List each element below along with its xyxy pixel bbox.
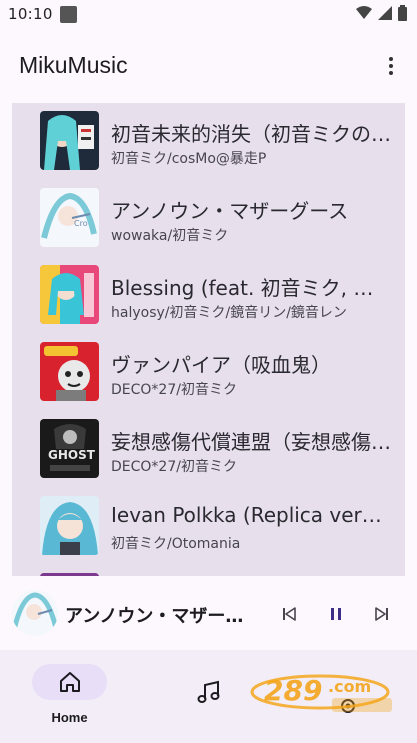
song-artist: wowaka/初音ミク — [111, 228, 229, 244]
song-artist: 初音ミク/Otomania — [111, 536, 241, 552]
song-title: ヴァンパイア（吸血鬼） — [111, 353, 331, 377]
notification-icon — [60, 6, 77, 23]
song-artist: DECO*27/初音ミク — [111, 459, 237, 475]
song-title: Blessing (feat. 初音ミク, 鏡音リン) — [111, 276, 391, 300]
song-title: Ievan Polkka (Replica version) — [111, 503, 391, 527]
album-cover: Cro — [40, 188, 99, 247]
battery-icon — [398, 5, 407, 21]
list-item[interactable]: Cro アンノウン・マザーグース wowaka/初音ミク — [12, 180, 405, 257]
nav-item-music[interactable] — [171, 664, 246, 734]
list-item[interactable]: GHOST 妄想感傷代償連盟（妄想感傷代償連盟） DECO*27/初音ミク — [12, 411, 405, 488]
skip-next-icon[interactable] — [369, 601, 395, 627]
wifi-icon — [356, 6, 372, 19]
signal-icon — [378, 6, 392, 20]
list-item[interactable]: Blessing (feat. 初音ミク, 鏡音リン) halyosy/初音ミク… — [12, 257, 405, 334]
album-cover — [40, 111, 99, 170]
now-playing-cover[interactable] — [12, 590, 58, 636]
song-artist: 初音ミク/cosMo@暴走P — [111, 151, 267, 167]
song-title: 初音未来的消失（初音ミクの消失） — [111, 122, 391, 146]
nav-item-home[interactable]: Home — [32, 664, 107, 734]
song-title: 妄想感傷代償連盟（妄想感傷代償連盟） — [111, 430, 391, 454]
home-pill[interactable] — [32, 664, 107, 700]
now-playing-title: アンノウン・マザーグース — [65, 606, 250, 627]
list-item[interactable]: ヴァンパイア（吸血鬼） DECO*27/初音ミク — [12, 334, 405, 411]
album-cover — [40, 342, 99, 401]
svg-text:.com: .com — [328, 677, 371, 696]
skip-previous-icon[interactable] — [276, 601, 302, 627]
mini-player[interactable]: アンノウン・マザーグース — [0, 580, 417, 650]
album-cover — [40, 496, 99, 555]
status-bar: 10:10 — [0, 0, 417, 30]
song-title: アンノウン・マザーグース — [111, 199, 349, 223]
list-item[interactable] — [12, 565, 405, 576]
status-time: 10:10 — [8, 5, 53, 23]
album-cover: GHOST — [40, 419, 99, 478]
music-pill[interactable] — [171, 674, 246, 710]
app-bar: MikuMusic — [0, 30, 417, 102]
album-cover — [40, 573, 99, 576]
status-icons — [356, 5, 407, 21]
home-icon — [59, 672, 80, 692]
music-note-icon — [197, 680, 219, 703]
list-item[interactable]: Ievan Polkka (Replica version) 初音ミク/Otom… — [12, 488, 405, 565]
svg-text:289: 289 — [264, 674, 322, 707]
song-artist: halyosy/初音ミク/鏡音リン/鏡音レン — [111, 305, 347, 321]
list-item[interactable]: 初音未来的消失（初音ミクの消失） 初音ミク/cosMo@暴走P — [12, 103, 405, 180]
svg-text:GHOST: GHOST — [48, 448, 96, 462]
watermark-logo: 289 .com — [250, 668, 400, 718]
album-cover — [40, 265, 99, 324]
more-options-icon[interactable] — [379, 52, 403, 80]
nav-label-home: Home — [51, 710, 88, 725]
svg-text:Cro: Cro — [74, 219, 88, 228]
app-title: MikuMusic — [19, 52, 128, 78]
song-list[interactable]: 初音未来的消失（初音ミクの消失） 初音ミク/cosMo@暴走P Cro アンノウ… — [12, 103, 405, 576]
song-artist: DECO*27/初音ミク — [111, 382, 237, 398]
pause-icon[interactable] — [323, 601, 349, 627]
